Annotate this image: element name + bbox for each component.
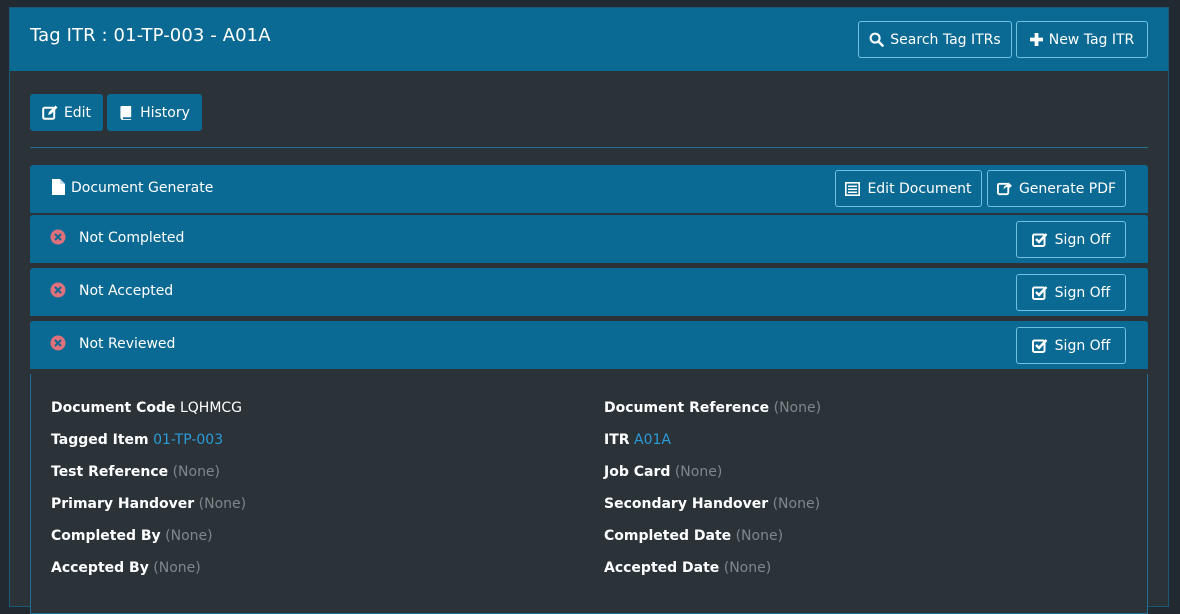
field-accepted-date: Accepted Date (None) — [604, 560, 771, 576]
field-label: ITR — [604, 432, 630, 448]
file-icon — [52, 179, 68, 195]
field-value: (None) — [172, 464, 221, 480]
search-tag-itrs-label: Search Tag ITRs — [890, 31, 1001, 48]
field-value: (None) — [198, 496, 247, 512]
field-label: Completed By — [51, 528, 161, 544]
field-label: Secondary Handover — [604, 496, 769, 512]
field-label: Tagged Item — [51, 432, 149, 448]
list-alt-icon — [845, 181, 861, 196]
document-generate-label: Document Generate — [71, 180, 214, 196]
new-tag-itr-button[interactable]: New Tag ITR — [1016, 21, 1148, 58]
field-test-reference: Test Reference (None) — [51, 464, 220, 480]
status-label: Not Reviewed — [79, 336, 176, 352]
field-label: Document Reference — [604, 400, 770, 416]
sign-off-label: Sign Off — [1054, 231, 1111, 248]
field-value: (None) — [723, 560, 772, 576]
sign-off-button[interactable]: Sign Off — [1016, 274, 1126, 311]
field-label: Completed Date — [604, 528, 732, 544]
itr-link[interactable]: A01A — [634, 432, 671, 448]
field-value: LQHMCG — [179, 400, 243, 416]
history-button[interactable]: History — [107, 94, 202, 131]
times-circle-icon — [50, 335, 66, 351]
document-generate-bar: Document Generate Edit Document Generate… — [30, 165, 1148, 213]
book-icon — [119, 105, 134, 120]
status-label: Not Accepted — [79, 283, 174, 299]
edit-label: Edit — [63, 104, 92, 121]
check-square-icon — [1031, 338, 1048, 354]
search-tag-itrs-button[interactable]: Search Tag ITRs — [858, 21, 1012, 58]
document-details: Document Code LQHMCG Tagged Item 01-TP-0… — [30, 374, 1148, 614]
history-label: History — [140, 104, 190, 121]
tagged-item-link[interactable]: 01-TP-003 — [153, 432, 223, 448]
page-frame: Tag ITR : 01-TP-003 - A01A Search Tag IT… — [0, 0, 1180, 614]
edit-document-button[interactable]: Edit Document — [835, 170, 982, 207]
field-itr: ITR A01A — [604, 432, 671, 448]
field-value: (None) — [165, 528, 213, 544]
sign-off-label: Sign Off — [1054, 337, 1111, 354]
page-title: Tag ITR : 01-TP-003 - A01A — [30, 25, 271, 46]
field-value: (None) — [674, 464, 723, 480]
field-primary-handover: Primary Handover (None) — [51, 496, 246, 512]
status-label: Not Completed — [79, 230, 185, 246]
times-circle-icon — [50, 282, 66, 298]
field-secondary-handover: Secondary Handover (None) — [604, 496, 820, 512]
panel-header: Tag ITR : 01-TP-003 - A01A Search Tag IT… — [10, 8, 1168, 71]
field-value: (None) — [735, 528, 784, 544]
field-label: Job Card — [604, 464, 671, 480]
plus-icon — [1029, 33, 1043, 46]
search-icon — [869, 32, 885, 47]
generate-pdf-button[interactable]: Generate PDF — [987, 170, 1126, 207]
field-label: Primary Handover — [51, 496, 195, 512]
field-tagged-item: Tagged Item 01-TP-003 — [51, 432, 223, 448]
field-value: (None) — [153, 560, 201, 576]
field-job-card: Job Card (None) — [604, 464, 722, 480]
tag-itr-panel: Tag ITR : 01-TP-003 - A01A Search Tag IT… — [9, 7, 1169, 614]
new-tag-itr-label: New Tag ITR — [1048, 31, 1135, 48]
field-document-reference: Document Reference (None) — [604, 400, 821, 416]
status-bar-completed: Not Completed Sign Off — [30, 215, 1148, 263]
check-square-icon — [1031, 285, 1048, 301]
status-bar-accepted: Not Accepted Sign Off — [30, 268, 1148, 316]
sign-off-button[interactable]: Sign Off — [1016, 327, 1126, 364]
sign-off-label: Sign Off — [1054, 284, 1111, 301]
times-circle-icon — [50, 229, 66, 245]
share-icon — [996, 181, 1012, 196]
field-completed-by: Completed By (None) — [51, 528, 213, 544]
status-bar-reviewed: Not Reviewed Sign Off — [30, 321, 1148, 369]
field-label: Accepted Date — [604, 560, 720, 576]
field-label: Document Code — [51, 400, 176, 416]
check-square-icon — [1031, 232, 1048, 248]
sign-off-button[interactable]: Sign Off — [1016, 221, 1126, 258]
generate-pdf-label: Generate PDF — [1018, 180, 1117, 197]
edit-document-label: Edit Document — [867, 180, 972, 197]
edit-icon — [42, 105, 58, 121]
field-value: (None) — [772, 496, 821, 512]
edit-button[interactable]: Edit — [30, 94, 103, 131]
field-accepted-by: Accepted By (None) — [51, 560, 201, 576]
field-label: Accepted By — [51, 560, 149, 576]
field-completed-date: Completed Date (None) — [604, 528, 783, 544]
section-divider — [30, 147, 1148, 148]
field-value: (None) — [773, 400, 822, 416]
field-document-code: Document Code LQHMCG — [51, 400, 242, 416]
field-label: Test Reference — [51, 464, 169, 480]
